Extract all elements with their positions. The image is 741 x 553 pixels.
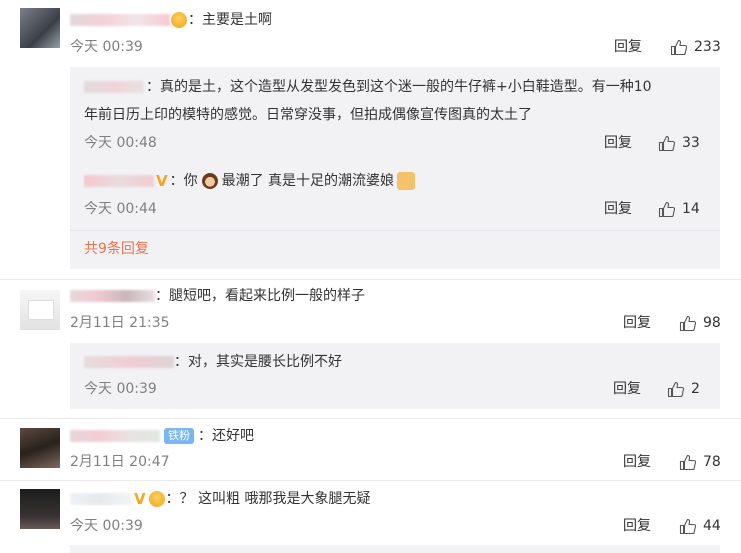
divider xyxy=(0,418,741,419)
comment-time: 今天 00:39 xyxy=(70,518,143,534)
thumbs-up-icon xyxy=(658,135,676,152)
thumbs-up-icon xyxy=(679,315,697,332)
avatar[interactable] xyxy=(20,428,60,468)
like-button[interactable]: 78 xyxy=(679,453,721,471)
girl-emoji-icon xyxy=(201,173,218,189)
reply-time: 今天 00:39 xyxy=(84,381,157,397)
like-button[interactable]: 98 xyxy=(679,314,721,332)
username-blurred[interactable] xyxy=(84,81,144,93)
reply-button[interactable]: 回复 xyxy=(604,200,632,218)
like-count: 33 xyxy=(682,135,700,151)
reply-text: ：对，其实是腰长比例不好 xyxy=(174,354,342,370)
thumbs-up-icon xyxy=(679,518,697,535)
like-count: 44 xyxy=(703,518,721,534)
reply-button[interactable]: 回复 xyxy=(614,38,642,56)
reply-button[interactable]: 回复 xyxy=(604,134,632,152)
comment-text-row: ：腿短吧，看起来比例一般的样子 xyxy=(70,286,365,306)
reply-text-row: V ：你 最潮了 真是十足的潮流婆娘 xyxy=(84,171,416,191)
like-button[interactable]: 33 xyxy=(658,134,700,152)
comment-text: ：？ 这叫粗 哦那我是大象腿无疑 xyxy=(165,491,371,507)
comment-time: 2月11日 20:47 xyxy=(70,454,170,470)
heart-eyes-emoji-icon xyxy=(148,491,165,507)
username-blurred[interactable] xyxy=(70,493,132,505)
thumbs-up-emoji-icon xyxy=(397,172,416,190)
avatar[interactable] xyxy=(20,489,60,529)
verified-v-icon: V xyxy=(134,490,146,508)
reply-time: 今天 00:48 xyxy=(84,135,157,151)
reply-text: 最潮了 真是十足的潮流婆娘 xyxy=(221,173,395,189)
like-count: 233 xyxy=(694,39,721,55)
thumbs-up-icon xyxy=(670,39,688,56)
reply-button[interactable]: 回复 xyxy=(623,453,651,471)
reply-button[interactable]: 回复 xyxy=(623,517,651,535)
thumbs-up-icon xyxy=(658,201,676,218)
divider xyxy=(0,480,741,481)
like-count: 2 xyxy=(691,381,700,397)
username-blurred[interactable] xyxy=(70,14,170,26)
like-button[interactable]: 44 xyxy=(679,517,721,535)
fan-badge: 铁粉 xyxy=(164,428,194,444)
avatar-default-shape xyxy=(28,300,54,320)
comment-time: 2月11日 21:35 xyxy=(70,315,170,331)
thumbs-up-icon xyxy=(679,454,697,471)
reply-panel-edge xyxy=(70,545,720,553)
like-count: 98 xyxy=(703,315,721,331)
username-blurred[interactable] xyxy=(84,356,174,368)
avatar[interactable] xyxy=(20,290,60,330)
reply-panel: ：真的是土，这个造型从发型发色到这个迷一般的牛仔裤+小白鞋造型。有一种10 年前… xyxy=(70,67,720,269)
reply-text-row-2: 年前日历上印的模特的感觉。日常穿没事，但拍成偶像宣传图真的太土了 xyxy=(84,105,532,125)
comment-text-row: 铁粉 ：还好吧 xyxy=(70,426,254,446)
reply-text-row: ：真的是土，这个造型从发型发色到这个迷一般的牛仔裤+小白鞋造型。有一种10 xyxy=(84,77,652,97)
comment-text: ：还好吧 xyxy=(198,428,254,444)
reply-text-row: ：对，其实是腰长比例不好 xyxy=(84,352,342,372)
heart-eyes-emoji-icon xyxy=(171,12,187,28)
reply-button[interactable]: 回复 xyxy=(613,380,641,398)
more-replies-link[interactable]: 共9条回复 xyxy=(84,240,149,258)
reply-button[interactable]: 回复 xyxy=(623,314,651,332)
like-button[interactable]: 14 xyxy=(658,200,700,218)
comment-text: ：主要是土啊 xyxy=(188,12,272,28)
reply-time: 今天 00:44 xyxy=(84,201,157,217)
username-blurred[interactable] xyxy=(70,430,160,442)
thumbs-up-icon xyxy=(667,381,685,398)
like-count: 78 xyxy=(703,454,721,470)
divider xyxy=(70,230,720,231)
username-blurred[interactable] xyxy=(70,290,155,302)
reply-text: ：真的是土，这个造型从发型发色到这个迷一般的牛仔裤+小白鞋造型。有一种10 xyxy=(146,79,652,95)
username-blurred[interactable] xyxy=(84,175,154,187)
reply-text: ：你 xyxy=(169,173,198,189)
comment-text-row: ：主要是土啊 xyxy=(70,10,272,30)
verified-v-icon: V xyxy=(156,172,168,190)
comment-time: 今天 00:39 xyxy=(70,39,143,55)
comment-text: ：腿短吧，看起来比例一般的样子 xyxy=(155,288,365,304)
comment-text-row: V ：？ 这叫粗 哦那我是大象腿无疑 xyxy=(70,489,371,509)
like-count: 14 xyxy=(682,201,700,217)
like-button[interactable]: 233 xyxy=(670,38,721,56)
reply-text: 年前日历上印的模特的感觉。日常穿没事，但拍成偶像宣传图真的太土了 xyxy=(84,107,532,123)
divider xyxy=(0,279,741,280)
avatar[interactable] xyxy=(20,8,60,48)
reply-panel: ：对，其实是腰长比例不好 今天 00:39 回复 2 xyxy=(70,343,720,409)
like-button[interactable]: 2 xyxy=(667,380,700,398)
